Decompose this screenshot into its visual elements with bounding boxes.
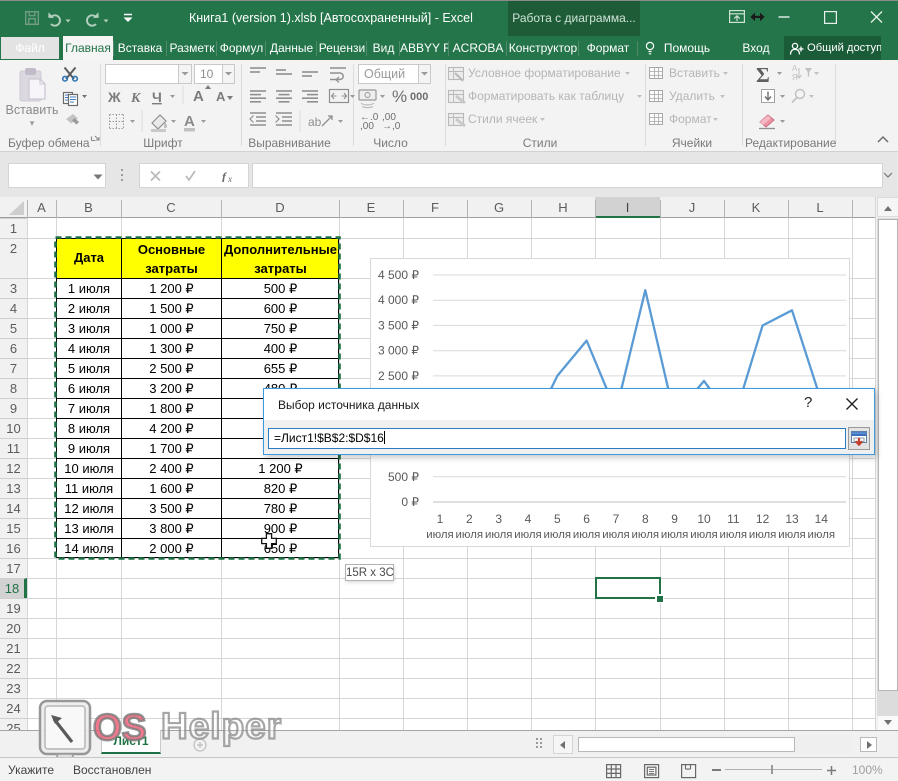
- svg-text:A: A: [216, 89, 226, 104]
- svg-text:8: 8: [642, 512, 649, 526]
- svg-text:Ж: Ж: [107, 89, 121, 105]
- svg-text:Я: Я: [792, 73, 798, 82]
- svg-text:2: 2: [466, 512, 473, 526]
- svg-text:,00: ,00: [360, 121, 374, 132]
- svg-text:6: 6: [583, 512, 590, 526]
- svg-text:500 ₽: 500 ₽: [388, 470, 419, 484]
- svg-text:июля: июля: [690, 529, 717, 541]
- svg-text:июля: июля: [661, 529, 688, 541]
- svg-text:ab: ab: [308, 115, 322, 129]
- svg-text:→,0: →,0: [382, 121, 401, 132]
- svg-text:Helper: Helper: [161, 706, 282, 747]
- svg-text:Ч: Ч: [152, 89, 162, 105]
- svg-text:июля: июля: [720, 529, 747, 541]
- svg-text:000: 000: [410, 91, 428, 103]
- svg-text:июля: июля: [808, 529, 835, 541]
- svg-text:июля: июля: [426, 529, 453, 541]
- svg-text:3 500 ₽: 3 500 ₽: [378, 318, 419, 332]
- svg-text:июля: июля: [544, 529, 571, 541]
- svg-text:июля: июля: [514, 529, 541, 541]
- svg-text:7: 7: [613, 512, 620, 526]
- svg-text:июля: июля: [485, 529, 512, 541]
- svg-text:3 000 ₽: 3 000 ₽: [378, 344, 419, 358]
- svg-text:11: 11: [727, 512, 740, 526]
- svg-text:А: А: [792, 64, 798, 73]
- svg-text:июля: июля: [602, 529, 629, 541]
- svg-text:12: 12: [756, 512, 770, 526]
- svg-text:14: 14: [815, 512, 829, 526]
- svg-text:3: 3: [495, 512, 502, 526]
- svg-text:июля: июля: [456, 529, 483, 541]
- svg-text:5: 5: [554, 512, 561, 526]
- svg-text:К: К: [130, 91, 142, 106]
- svg-text:%: %: [392, 87, 407, 106]
- svg-text:10: 10: [200, 67, 214, 81]
- svg-text:2 500 ₽: 2 500 ₽: [378, 369, 419, 383]
- svg-text:4 500 ₽: 4 500 ₽: [378, 268, 419, 282]
- svg-text:4: 4: [525, 512, 532, 526]
- svg-text:13: 13: [785, 512, 799, 526]
- svg-text:июля: июля: [632, 529, 659, 541]
- svg-text:июля: июля: [573, 529, 600, 541]
- svg-text:1: 1: [437, 512, 444, 526]
- svg-text:x: x: [227, 174, 232, 182]
- svg-text:июля: июля: [778, 529, 805, 541]
- svg-text:OS: OS: [93, 707, 146, 748]
- svg-text:Σ: Σ: [756, 63, 770, 87]
- svg-text:июля: июля: [749, 529, 776, 541]
- svg-text:9: 9: [671, 512, 678, 526]
- svg-text:A: A: [184, 113, 195, 130]
- svg-text:4 000 ₽: 4 000 ₽: [378, 293, 419, 307]
- svg-text:f: f: [222, 170, 227, 182]
- svg-text:Общий: Общий: [364, 67, 405, 81]
- svg-text:0 ₽: 0 ₽: [401, 495, 419, 509]
- svg-text:10: 10: [697, 512, 711, 526]
- svg-text:A: A: [193, 88, 204, 105]
